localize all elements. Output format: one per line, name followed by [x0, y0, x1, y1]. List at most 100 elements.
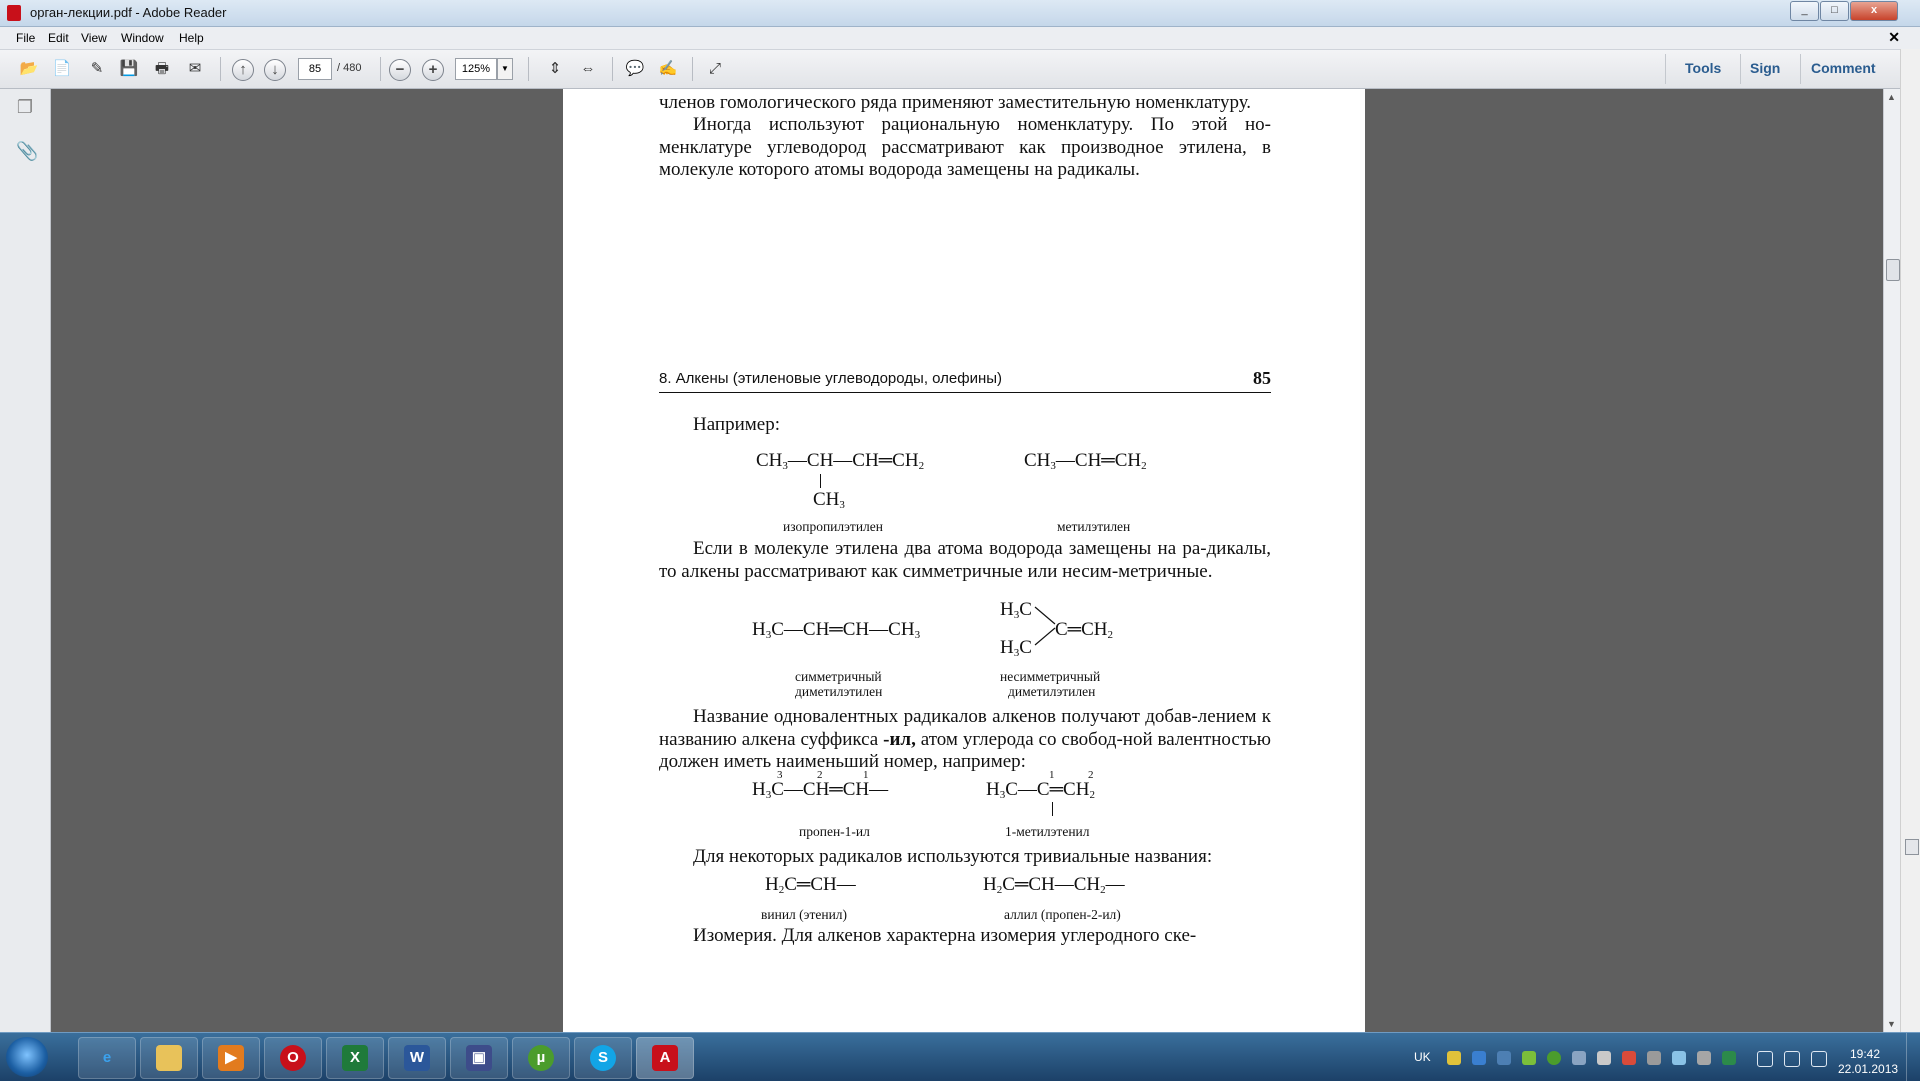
formula-propenyl: H3C—CH═CH—	[752, 779, 889, 801]
fit-page-icon[interactable]: ⇕	[543, 58, 567, 80]
volume-icon[interactable]	[1811, 1051, 1827, 1067]
language-indicator[interactable]: UK	[1414, 1050, 1431, 1064]
label-unsymmetric-2: диметилэтилен	[1008, 684, 1096, 699]
page-total: / 480	[337, 62, 362, 74]
taskbar-utorrent[interactable]: µ	[512, 1037, 570, 1079]
header-rule	[659, 392, 1271, 393]
taskbar-excel[interactable]: X	[326, 1037, 384, 1079]
page-number: 85	[1253, 368, 1271, 388]
utorrent-tray-icon[interactable]	[1547, 1051, 1561, 1065]
label-isopropylethylene: изопропилэтилен	[783, 519, 884, 534]
taskbar-word[interactable]: W	[388, 1037, 446, 1079]
left-navigation-pane: ❐ 📎	[0, 89, 51, 1032]
taskbar-media-player[interactable]: ▶	[202, 1037, 260, 1079]
menu-edit[interactable]: Edit	[48, 31, 69, 45]
word-icon: W	[404, 1045, 430, 1071]
print-icon[interactable]: 🖶	[150, 58, 174, 80]
formula-symmetric-dimethylethylene: H3C—CH═CH—CH3	[752, 619, 921, 641]
toolbar-divider	[220, 57, 221, 81]
tray-icon[interactable]	[1522, 1051, 1536, 1065]
close-button[interactable]: x	[1850, 1, 1898, 21]
action-center-icon[interactable]	[1757, 1051, 1773, 1067]
previous-page-icon[interactable]: ↑	[232, 59, 254, 81]
clock-date[interactable]: 22.01.2013	[1838, 1062, 1898, 1076]
formula-methylethenyl: H3C—C═CH2	[986, 779, 1095, 801]
formula-vinyl: H2C═CH—	[765, 874, 856, 896]
running-head: 8. Алкены (этиленовые углеводороды, олеф…	[659, 370, 1003, 387]
taskbar-adobe-reader[interactable]: A	[636, 1037, 694, 1079]
pages-icon[interactable]: ❐	[16, 97, 34, 117]
zoom-input[interactable]: 125%	[455, 58, 497, 80]
highlight-icon[interactable]: ✍	[656, 58, 680, 80]
comment-icon[interactable]: 💬	[623, 58, 647, 80]
tray-icon[interactable]	[1672, 1051, 1686, 1065]
tray-icon[interactable]	[1472, 1051, 1486, 1065]
taskbar-floppy[interactable]: ▣	[450, 1037, 508, 1079]
chevron-down-icon[interactable]: ▼	[497, 58, 513, 80]
start-button[interactable]	[6, 1037, 48, 1077]
label-unsymmetric: несимметричный	[1000, 669, 1101, 684]
menu-file[interactable]: File	[16, 31, 35, 45]
taskbar-file-explorer[interactable]	[140, 1037, 198, 1079]
comment-button[interactable]: Comment	[1811, 60, 1876, 76]
scroll-thumb[interactable]	[1905, 839, 1919, 855]
tray-icon[interactable]	[1597, 1051, 1611, 1065]
tray-icon[interactable]	[1497, 1051, 1511, 1065]
show-desktop-button[interactable]	[1906, 1033, 1920, 1081]
scroll-down-icon[interactable]: ▼	[1887, 1019, 1896, 1029]
email-icon[interactable]: ✉	[183, 58, 207, 80]
bond-line	[820, 474, 821, 488]
menu-view[interactable]: View	[81, 31, 107, 45]
tray-icon[interactable]	[1722, 1051, 1736, 1065]
document-scrollbar[interactable]: ▲ ▼	[1883, 89, 1901, 1032]
excel-icon: X	[342, 1045, 368, 1071]
tray-icon[interactable]	[1697, 1051, 1711, 1065]
scroll-up-icon[interactable]: ▲	[1887, 92, 1896, 102]
label-allyl: аллил (пропен-2-ил)	[1004, 907, 1121, 922]
toolbar-divider	[528, 57, 529, 81]
formula-unsym-main: C═CH2	[1055, 619, 1114, 641]
utorrent-icon: µ	[528, 1045, 554, 1071]
close-document-icon[interactable]: ✕	[1888, 29, 1900, 46]
page-number-input[interactable]: 85	[298, 58, 332, 80]
toolbar-divider	[692, 57, 693, 81]
zoom-out-icon[interactable]: −	[389, 59, 411, 81]
minimize-button[interactable]: _	[1790, 1, 1819, 21]
document-view[interactable]: ребимы тривиальные названия — этилен, пр…	[51, 89, 1883, 1032]
paragraph: Название одновалентных радикалов алкенов…	[659, 706, 1271, 774]
window-titlebar: орган-лекции.pdf - Adobe Reader _ □ x	[0, 0, 1920, 27]
attachment-icon[interactable]: 📎	[16, 141, 38, 161]
zoom-in-icon[interactable]: +	[422, 59, 444, 81]
save-icon[interactable]: 💾	[117, 58, 141, 80]
tray-icon[interactable]	[1647, 1051, 1661, 1065]
menu-window[interactable]: Window	[121, 31, 164, 45]
create-pdf-icon[interactable]: 📄	[50, 58, 74, 80]
open-icon[interactable]: 📂	[17, 58, 41, 80]
panel-divider	[1665, 54, 1666, 84]
expand-icon[interactable]: ⤢	[703, 58, 727, 80]
fit-width-icon[interactable]: ⇔	[576, 58, 600, 80]
paragraph: Например:	[659, 414, 1271, 437]
menu-help[interactable]: Help	[179, 31, 204, 45]
folder-icon	[156, 1045, 182, 1071]
clock-time[interactable]: 19:42	[1850, 1047, 1880, 1061]
tray-icon[interactable]	[1622, 1051, 1636, 1065]
taskbar: e ▶ O X W ▣ µ S A UK 19:42 22.01.2013	[0, 1032, 1920, 1081]
network-icon[interactable]	[1784, 1051, 1800, 1067]
scroll-thumb[interactable]	[1886, 259, 1900, 281]
tray-icon[interactable]	[1447, 1051, 1461, 1065]
text-prev-2: Иногда используют рациональную номенклат…	[659, 114, 1271, 180]
tools-button[interactable]: Tools	[1685, 60, 1721, 76]
taskbar-skype[interactable]: S	[574, 1037, 632, 1079]
tray-icon[interactable]	[1572, 1051, 1586, 1065]
window-scrollbar[interactable]	[1900, 49, 1920, 1032]
sign-button[interactable]: Sign	[1750, 60, 1780, 76]
edit-icon[interactable]: ✎	[85, 58, 109, 80]
taskbar-internet-explorer[interactable]: e	[78, 1037, 136, 1079]
taskbar-opera[interactable]: O	[264, 1037, 322, 1079]
maximize-button[interactable]: □	[1820, 1, 1849, 21]
text-cut: Изомерия. Для алкенов характерна изомери…	[693, 925, 1197, 946]
label-symmetric: симметричный	[795, 669, 882, 684]
next-page-icon[interactable]: ↓	[264, 59, 286, 81]
paragraph: Изомерия. Для алкенов характерна изомери…	[659, 925, 1271, 948]
